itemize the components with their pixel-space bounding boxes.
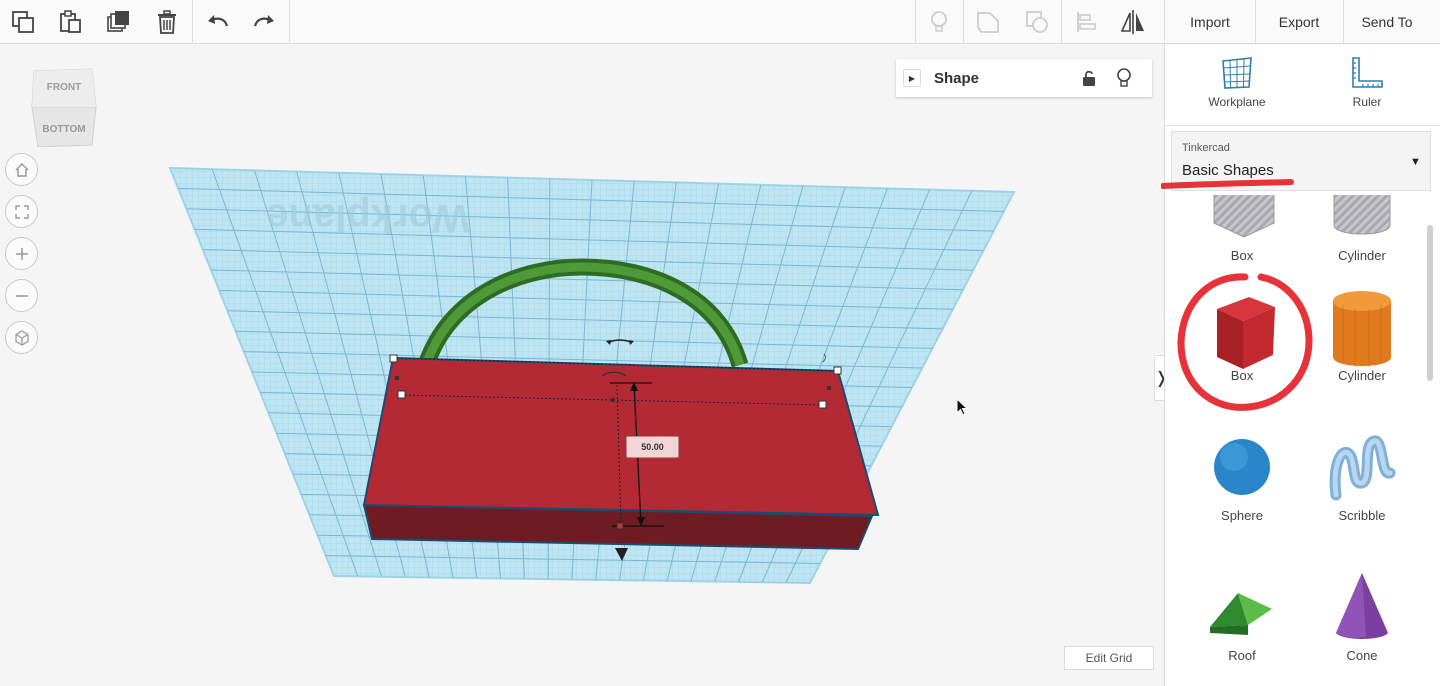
ruler-icon <box>1352 57 1383 88</box>
toolbar-divider <box>192 0 193 44</box>
shape-sphere[interactable]: Sphere <box>1182 415 1302 535</box>
scene: Workplane <box>168 166 1016 585</box>
corner-handle[interactable] <box>389 354 398 363</box>
workplane-watermark: Workplane <box>266 196 470 240</box>
mirror-icon[interactable] <box>1110 0 1156 44</box>
perspective-icon <box>14 329 29 346</box>
shape-inspector: ▶ Shape <box>896 59 1152 97</box>
toolbar: Import Export Send To <box>0 0 1440 44</box>
fit-view-icon <box>14 204 29 219</box>
send-to-button[interactable]: Send To <box>1344 0 1430 44</box>
toolbar-divider <box>963 0 964 44</box>
lock-icon[interactable] <box>1082 69 1096 92</box>
shape-cylinder-hole[interactable]: Cylinder <box>1302 195 1422 275</box>
cylinder-icon <box>1333 291 1391 367</box>
copy-icon[interactable] <box>0 0 46 44</box>
shape-label: Cylinder <box>1338 248 1386 263</box>
corner-handle[interactable] <box>397 390 406 399</box>
toolbar-divider <box>1061 0 1062 44</box>
shape-box-hole[interactable]: Box <box>1182 195 1302 275</box>
box-top-face <box>362 356 880 517</box>
import-button[interactable]: Import <box>1166 0 1254 44</box>
shape-cone[interactable]: Cone <box>1302 555 1422 675</box>
shape-inspector-title: Shape <box>934 69 980 87</box>
corner-handle[interactable] <box>833 366 842 375</box>
shape-label: Sphere <box>1221 508 1263 523</box>
sphere-icon <box>1214 439 1270 495</box>
mouse-cursor-icon <box>956 398 969 416</box>
ruler-tool-label: Ruler <box>1352 95 1382 109</box>
shape-label: Cylinder <box>1338 368 1386 383</box>
height-handle[interactable] <box>616 522 624 530</box>
perspective-button[interactable] <box>5 321 38 354</box>
undo-icon[interactable] <box>195 0 241 44</box>
shape-roof[interactable]: Roof <box>1182 555 1302 675</box>
workplane-canvas[interactable]: Workplane FRONT BOTTOM ▶ Shape 50.00 Edi… <box>0 45 1164 686</box>
box-hole-icon <box>1213 195 1275 238</box>
export-button[interactable]: Export <box>1256 0 1342 44</box>
expand-caret-icon[interactable]: ▶ <box>903 69 921 87</box>
dimension-input[interactable]: 50.00 <box>626 436 679 458</box>
duplicate-icon[interactable] <box>96 0 142 44</box>
paste-icon[interactable] <box>47 0 93 44</box>
shape-list-scrollbar[interactable] <box>1427 225 1433 381</box>
scribble-icon <box>1329 435 1396 501</box>
zoom-out-button[interactable] <box>5 279 38 312</box>
ungroup-icon[interactable] <box>1014 0 1060 44</box>
workplane-icon <box>1222 57 1252 89</box>
shape-grid: Box Cylinder Box Cylinder Sphere Scribbl… <box>1165 195 1427 686</box>
shape-scribble[interactable]: Scribble <box>1302 415 1422 535</box>
group-icon[interactable] <box>965 0 1011 44</box>
shape-label: Scribble <box>1338 508 1386 523</box>
chevron-down-icon: ▼ <box>1410 156 1421 168</box>
shape-label: Box <box>1230 248 1254 263</box>
align-icon[interactable] <box>1063 0 1109 44</box>
collapse-panel-tab[interactable]: ❭ <box>1154 355 1164 401</box>
toolbar-divider <box>1164 0 1165 44</box>
view-cube[interactable]: FRONT BOTTOM <box>30 67 98 148</box>
shape-label: Roof <box>1228 648 1256 663</box>
right-panel: Workplane Ruler Tinkercad Basic Shapes ▼… <box>1161 45 1440 686</box>
view-cube-front-label: FRONT <box>46 82 82 93</box>
workplane-tool-label: Workplane <box>1208 95 1266 109</box>
lightbulb-icon[interactable] <box>916 0 962 44</box>
library-provider: Tinkercad <box>1182 142 1230 154</box>
toolbar-divider <box>289 0 290 44</box>
red-circle-annotation <box>1177 273 1313 411</box>
panel-divider <box>1165 125 1440 126</box>
red-underline-annotation <box>1161 179 1294 189</box>
shape-cylinder[interactable]: Cylinder <box>1302 275 1422 395</box>
corner-handle[interactable] <box>818 400 827 409</box>
cone-icon <box>1336 573 1388 639</box>
edit-grid-button[interactable]: Edit Grid <box>1064 646 1154 670</box>
cylinder-hole-icon <box>1333 195 1391 235</box>
home-view-button[interactable] <box>5 153 38 186</box>
redo-icon[interactable] <box>241 0 287 44</box>
workplane-tool[interactable]: Workplane <box>1177 55 1297 125</box>
roof-icon <box>1210 593 1272 635</box>
zoom-in-icon <box>15 247 28 260</box>
home-icon <box>15 162 28 177</box>
fit-view-button[interactable] <box>5 195 38 228</box>
delete-icon[interactable] <box>144 0 190 44</box>
shape-label: Cone <box>1346 648 1378 663</box>
ruler-tool[interactable]: Ruler <box>1307 55 1427 125</box>
zoom-out-icon <box>15 294 28 297</box>
zoom-in-button[interactable] <box>5 237 38 270</box>
view-cube-bottom-label: BOTTOM <box>42 124 86 135</box>
lightbulb-icon[interactable] <box>1116 68 1132 93</box>
